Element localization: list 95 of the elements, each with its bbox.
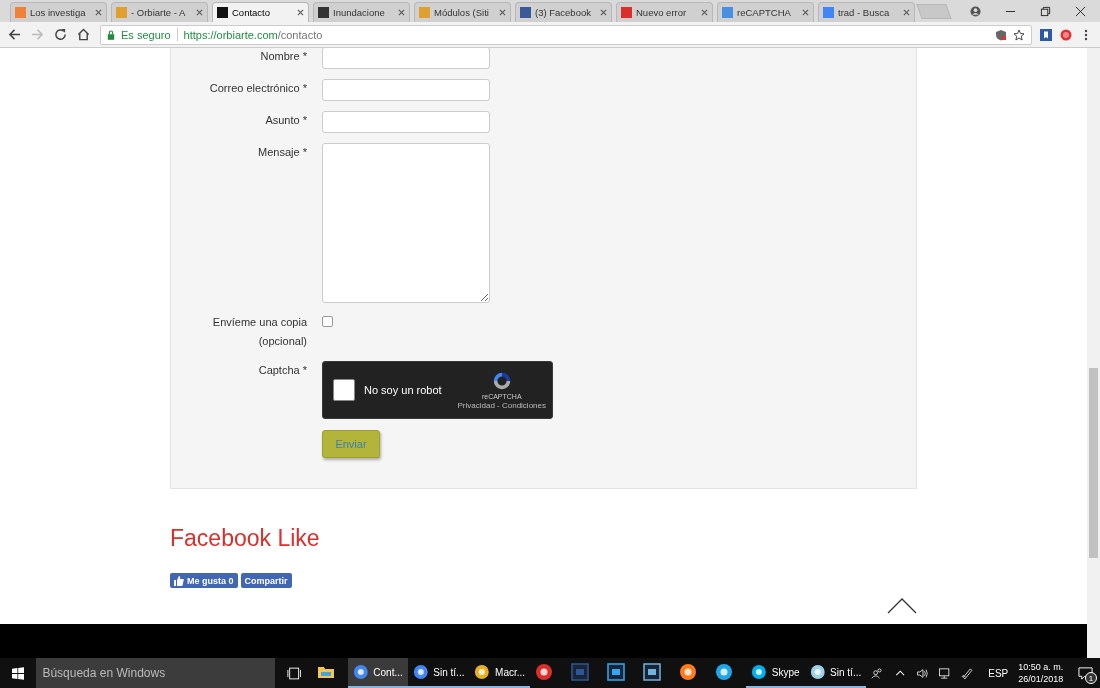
tab-title: Los investiga [30, 7, 87, 18]
close-icon[interactable] [398, 9, 405, 16]
close-icon[interactable] [499, 9, 506, 16]
field-label: Nombre * [259, 49, 307, 64]
taskbar-app[interactable]: Cont... [347, 658, 408, 688]
shield-icon[interactable] [995, 28, 1007, 41]
share-button[interactable]: Compartir [240, 573, 292, 588]
browser-tab[interactable]: Nuevo error [616, 2, 713, 22]
task-view-icon[interactable] [287, 666, 302, 680]
app-icon [474, 663, 491, 681]
browser-tab[interactable]: Contacto [212, 2, 309, 22]
taskbar-app[interactable]: Sin tí... [804, 658, 867, 688]
taskbar-app[interactable]: Skype [746, 658, 805, 688]
app-icon [607, 663, 626, 681]
captcha-checkbox[interactable] [333, 379, 355, 401]
text-field[interactable] [322, 48, 490, 69]
notification-count: 1 [1084, 672, 1097, 684]
back-to-top-icon[interactable] [887, 598, 917, 614]
close-icon[interactable] [95, 9, 102, 16]
close-icon[interactable] [903, 9, 910, 16]
app-icon [412, 663, 429, 681]
message-field[interactable] [322, 143, 490, 303]
clock-time[interactable]: 10:50 a. m. [1018, 661, 1064, 673]
close-icon[interactable] [297, 9, 304, 16]
section-heading: Facebook Like [170, 525, 321, 552]
app-label: Macr... [495, 666, 526, 678]
taskbar-app[interactable]: Sin tí... [407, 658, 470, 688]
field-label: Mensaje * [257, 145, 307, 160]
restore-icon[interactable] [1040, 5, 1051, 17]
field-label: Captcha * [257, 363, 307, 378]
tab-title: trad - Busca [838, 7, 891, 18]
field-label: Asunto * [264, 113, 307, 128]
close-icon[interactable] [802, 9, 809, 16]
pen-icon[interactable] [960, 666, 974, 680]
browser-tab[interactable]: Módulos (Siti [414, 2, 511, 22]
app-icon [751, 663, 767, 681]
app-label: Skype [771, 666, 800, 678]
tab-title: Contacto [232, 7, 272, 18]
notification-icon [1078, 665, 1094, 681]
tab-title: Inundacione [333, 7, 386, 18]
close-icon[interactable] [1075, 5, 1086, 17]
field-label: Envíeme una copia (opcional) [211, 315, 307, 349]
language-indicator[interactable]: ESP [988, 667, 1009, 679]
home-icon[interactable] [77, 28, 90, 41]
app-icon [643, 663, 662, 681]
captcha-label: No soy un robot [364, 384, 443, 396]
lock-icon [107, 29, 115, 40]
tab-title: - Orbiarte - A [131, 7, 187, 18]
reload-icon[interactable] [54, 28, 67, 41]
clock-date[interactable]: 26/01/2018 [1018, 673, 1064, 685]
volume-icon[interactable] [916, 666, 929, 680]
scrollbar[interactable] [1087, 48, 1100, 658]
browser-tab[interactable]: reCAPTCHA [717, 2, 814, 22]
app-icon [809, 663, 826, 681]
bookmark-icon[interactable] [1040, 28, 1052, 41]
security-label: Es seguro [121, 28, 171, 41]
search-field[interactable]: Búsqueda en Windows [36, 658, 276, 688]
app-icon [535, 663, 554, 681]
back-icon[interactable] [8, 28, 21, 41]
checkbox[interactable] [322, 316, 333, 327]
like-button[interactable]: Me gusta 0 [170, 573, 238, 588]
network-icon[interactable] [938, 666, 951, 680]
app-label: Sin tí... [830, 666, 862, 678]
star-icon[interactable] [1013, 28, 1025, 41]
app-icon [715, 663, 734, 681]
thumbs-up-icon [174, 575, 184, 586]
windows-start-icon[interactable] [12, 666, 25, 680]
app-icon [352, 663, 369, 681]
field-label: Correo electrónico * [208, 81, 307, 96]
extension-icon[interactable] [1060, 28, 1072, 41]
profile-icon[interactable] [970, 5, 981, 17]
browser-tab[interactable]: Inundacione [313, 2, 410, 22]
close-icon[interactable] [701, 9, 708, 16]
browser-tab[interactable]: Los investiga [10, 2, 107, 22]
taskbar-app[interactable]: Macr... [469, 658, 531, 688]
url-text: https://orbiarte.com/contacto [183, 28, 323, 41]
close-icon[interactable] [196, 9, 203, 16]
address-field[interactable]: Es seguro https://orbiarte.com/contacto [100, 24, 1032, 45]
text-field[interactable] [322, 79, 490, 101]
privacy-links[interactable]: Privacidad - Condiciones [457, 401, 546, 410]
tab-title: Nuevo error [636, 7, 688, 18]
app-label: Cont... [373, 666, 403, 678]
app-icon [679, 663, 698, 681]
notification-button[interactable]: 1 [1071, 658, 1100, 688]
people-icon[interactable] [871, 666, 884, 680]
app-icon [571, 663, 590, 681]
tab-title: (3) Facebook [535, 7, 592, 18]
close-icon[interactable] [600, 9, 607, 16]
browser-tab[interactable]: trad - Busca [818, 2, 915, 22]
app-label: Sin tí... [433, 666, 465, 678]
browser-tab[interactable]: - Orbiarte - A [111, 2, 208, 22]
tab-title: reCAPTCHA [737, 7, 792, 18]
text-field[interactable] [322, 111, 490, 133]
tab-title: Módulos (Siti [434, 7, 490, 18]
browser-tab[interactable]: (3) Facebook [515, 2, 612, 22]
